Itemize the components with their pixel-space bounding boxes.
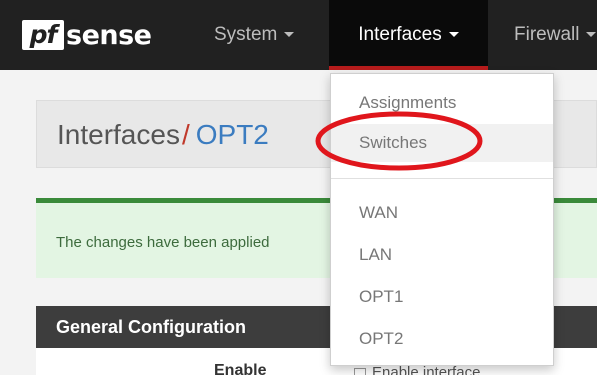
nav-firewall[interactable]: Firewall — [514, 0, 597, 70]
menu-item-opt2[interactable]: OPT2 — [331, 320, 553, 358]
breadcrumb-separator: / — [181, 119, 190, 150]
nav-firewall-label: Firewall — [514, 24, 580, 45]
enable-label: Enable — [214, 362, 267, 375]
breadcrumb-root[interactable]: Interfaces — [57, 119, 180, 150]
page-title: Interfaces/OPT2 — [57, 101, 269, 169]
section-title: General Configuration — [56, 317, 247, 337]
nav-system[interactable]: System — [214, 0, 295, 70]
menu-item-opt1[interactable]: OPT1 — [331, 278, 553, 316]
menu-item-assignments[interactable]: Assignments — [331, 84, 553, 122]
interfaces-dropdown-menu: Assignments Switches WAN LAN OPT1 OPT2 — [330, 73, 554, 366]
logo-pf-mark: pf — [22, 20, 64, 50]
caret-down-icon — [284, 32, 295, 38]
logo-wordmark: sense — [66, 19, 152, 51]
nav-interfaces-label: Interfaces — [358, 24, 442, 45]
pfsense-logo[interactable]: pf sense — [22, 18, 152, 52]
alert-message: The changes have been applied — [56, 234, 270, 251]
breadcrumb-leaf[interactable]: OPT2 — [196, 119, 269, 150]
menu-item-switches[interactable]: Switches — [331, 124, 553, 162]
caret-down-icon — [586, 32, 597, 38]
caret-down-icon — [448, 32, 459, 38]
menu-divider — [331, 178, 553, 179]
menu-item-wan[interactable]: WAN — [331, 194, 553, 232]
top-navbar: pf sense System Interfaces Firewall — [0, 0, 597, 70]
enable-checkbox[interactable] — [354, 368, 366, 375]
nav-system-label: System — [214, 24, 278, 45]
nav-interfaces[interactable]: Interfaces — [329, 0, 488, 70]
menu-item-lan[interactable]: LAN — [331, 236, 553, 274]
